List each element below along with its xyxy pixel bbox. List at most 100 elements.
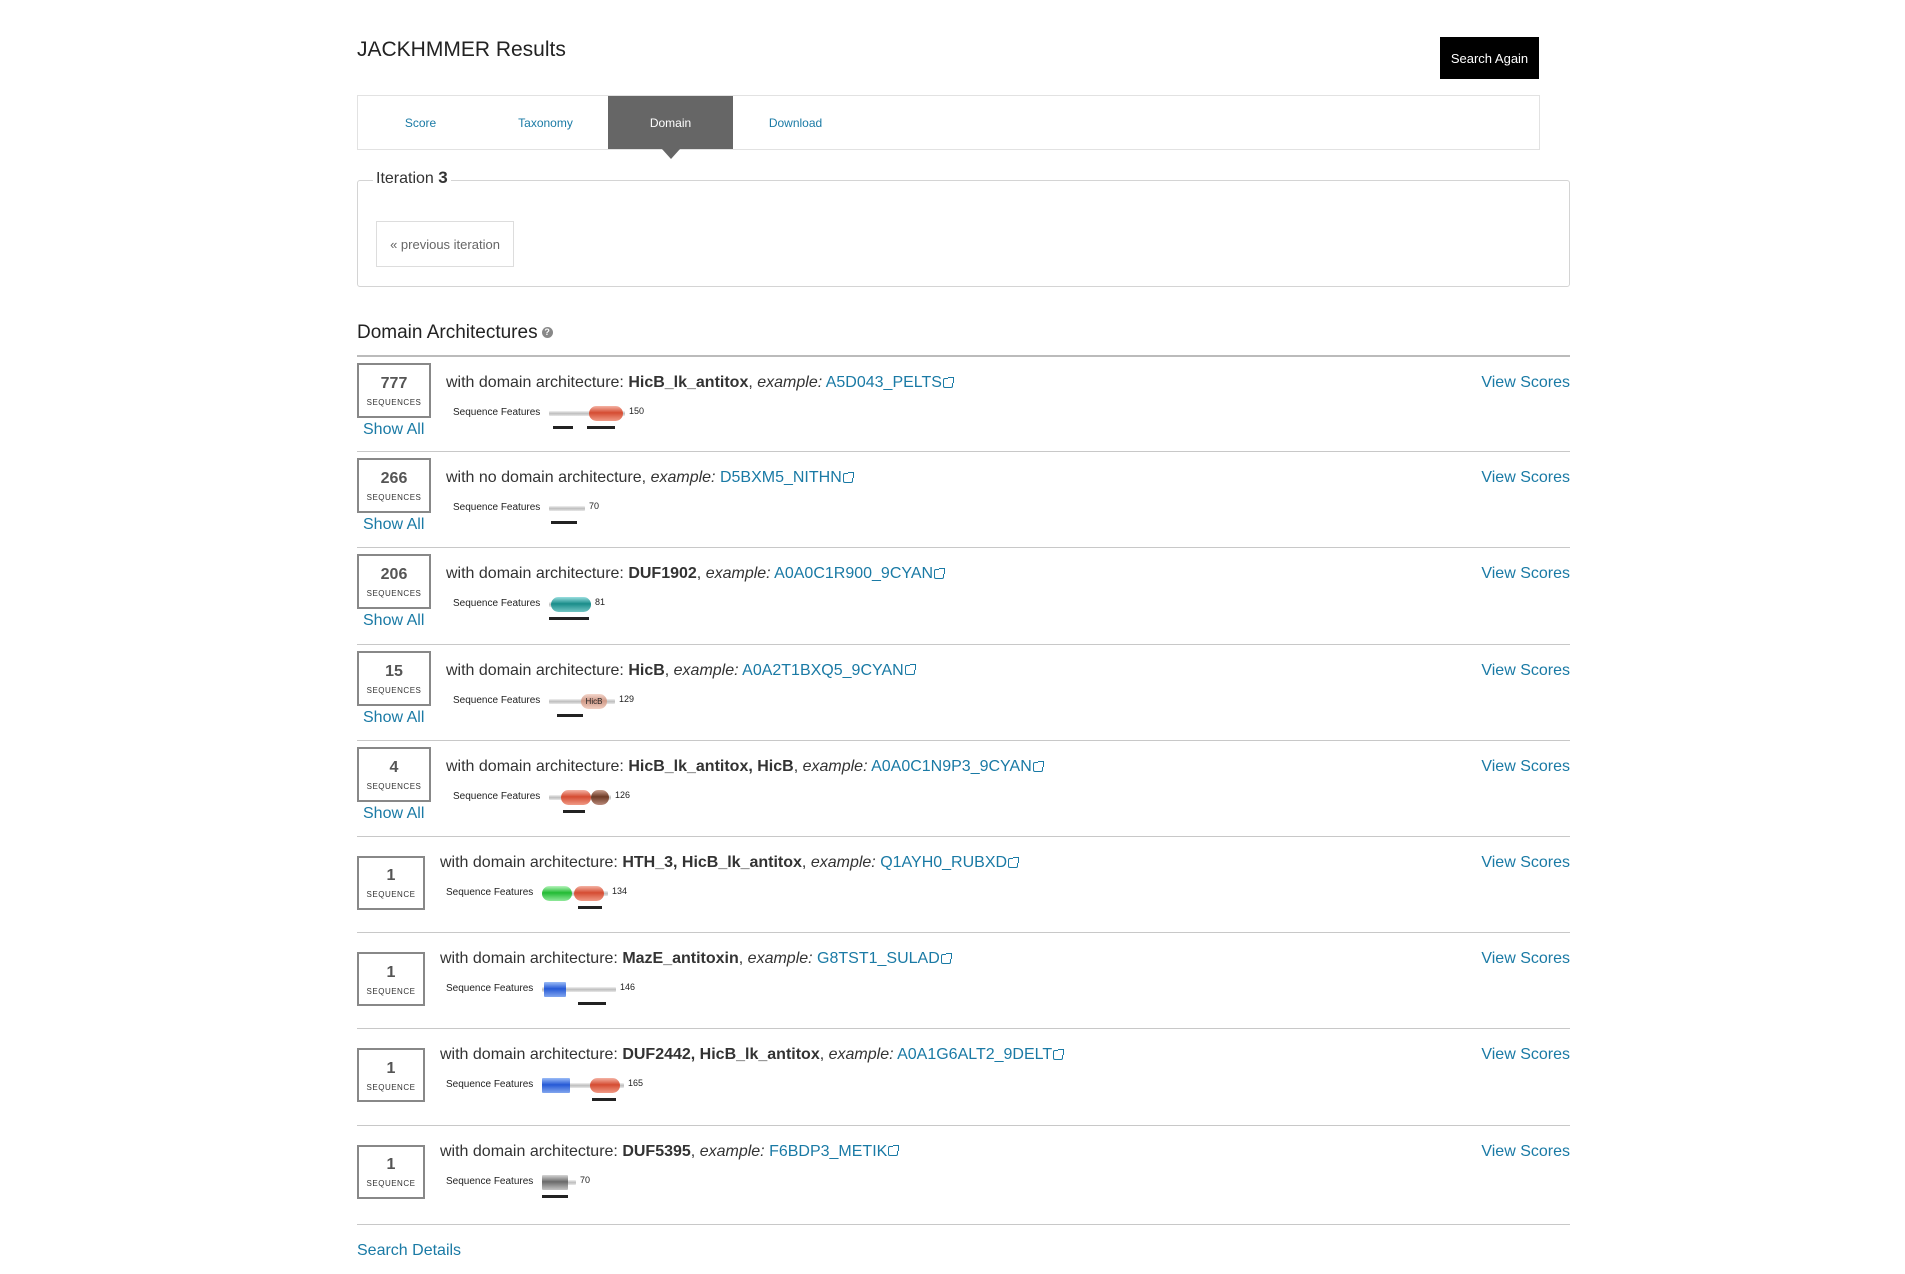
feature-bar[interactable] [592,1098,616,1102]
example-link[interactable]: A0A2T1BXQ5_9CYAN [742,662,904,679]
domain-duf1902[interactable] [551,597,591,613]
sequence-length: 134 [612,885,628,896]
tab-taxonomy[interactable]: Taxonomy [483,96,608,149]
example-label: example: [747,950,813,968]
section-title: Domain Architectures? [357,322,553,344]
view-scores-link[interactable]: View Scores [1481,1143,1570,1161]
sequence-count: 1 [386,1156,396,1173]
domain-maze-antitoxin[interactable] [544,982,566,998]
architecture-row: 206 SEQUENCES Show All with domain archi… [357,547,1570,643]
sequence-count-unit: SEQUENCES [366,589,422,599]
architecture-description: with domain architecture: HicB, example:… [446,661,916,680]
show-all-link[interactable]: Show All [363,612,424,630]
arch-name: HicB_lk_antitox, HicB [628,757,794,775]
feature-bar[interactable] [557,713,583,717]
search-again-button[interactable]: Search Again [1440,37,1539,79]
feature-bar[interactable] [549,617,589,621]
feature-bar[interactable] [587,426,615,429]
domain-duf5395[interactable] [542,1174,568,1190]
tab-download[interactable]: Download [733,96,858,149]
sequence-count-box: 1 SEQUENCE [357,952,425,1007]
view-scores-link[interactable]: View Scores [1481,1046,1570,1064]
view-scores-link[interactable]: View Scores [1481,469,1570,487]
search-details-link[interactable]: Search Details [357,1242,461,1260]
sequence-length: 129 [619,693,635,704]
view-scores-link[interactable]: View Scores [1481,758,1570,776]
feature-bar[interactable] [553,426,573,429]
external-link-icon[interactable] [1032,760,1044,772]
view-scores-link[interactable]: View Scores [1481,565,1570,583]
feature-bar[interactable] [542,1194,568,1198]
external-link-icon[interactable] [940,952,952,964]
domain-duf2442[interactable] [542,1078,570,1094]
previous-iteration-button[interactable]: « previous iteration [376,221,514,267]
show-all-link[interactable]: Show All [363,421,424,439]
sequence-count-box: 777 SEQUENCES [357,363,431,418]
example-link[interactable]: A0A0C1N9P3_9CYAN [871,758,1032,775]
view-scores-link[interactable]: View Scores [1481,374,1570,392]
feature-bar[interactable] [563,809,585,813]
feature-bar[interactable] [551,521,577,525]
arch-prefix: with domain architecture: [446,661,624,679]
example-label: example: [699,1142,765,1160]
example-label: example: [810,853,876,871]
domain-hicb-lk-antitox[interactable] [590,1078,620,1094]
view-scores-link[interactable]: View Scores [1481,854,1570,872]
show-all-link[interactable]: Show All [363,805,424,823]
example-link[interactable]: A5D043_PELTS [826,374,942,391]
list-divider [357,1224,1570,1225]
architecture-row: 1 SEQUENCE with domain architecture: Maz… [357,932,1570,1028]
external-link-icon[interactable] [904,664,916,676]
example-link[interactable]: Q1AYH0_RUBXD [880,854,1007,871]
sequence-count: 1 [386,1059,396,1077]
sequence-line [549,506,585,512]
external-link-icon[interactable] [1053,1049,1065,1061]
external-link-icon[interactable] [888,1145,900,1157]
feature-bar[interactable] [578,1002,606,1006]
sequence-count: 4 [389,758,399,776]
sequence-features-label: Sequence Features [446,1175,534,1187]
domain-hicb-lk-antitox[interactable] [561,789,591,805]
architecture-row: 266 SEQUENCES Show All with no domain ar… [357,451,1570,547]
example-label: example: [828,1046,894,1064]
domain-hth3[interactable] [542,885,572,901]
external-link-icon[interactable] [1008,856,1020,868]
sequence-features-label: Sequence Features [446,886,534,898]
view-scores-link[interactable]: View Scores [1481,662,1570,680]
tab-score[interactable]: Score [358,96,483,149]
arch-prefix: with domain architecture: [440,950,618,968]
iteration-label: Iteration [376,170,434,187]
example-link[interactable]: A0A0C1R900_9CYAN [774,565,933,582]
example-link[interactable]: F6BDP3_METIK [769,1143,887,1160]
architecture-description: with domain architecture: MazE_antitoxin… [440,950,952,968]
domain-hicb[interactable] [591,789,609,805]
external-link-icon[interactable] [842,471,854,483]
sequence-features-label: Sequence Features [453,598,541,610]
external-link-icon[interactable] [934,568,946,580]
results-container: JACKHMMER Results Search Again Score Tax… [357,0,1570,1259]
view-scores-link[interactable]: View Scores [1481,950,1570,968]
example-label: example: [757,374,823,391]
results-header: JACKHMMER Results Search Again [357,0,1570,95]
arch-name: DUF1902 [628,565,697,583]
external-link-icon[interactable] [942,376,954,388]
help-icon[interactable]: ? [541,327,553,339]
sequence-features-label: Sequence Features [453,790,541,802]
iteration-number: 3 [438,168,448,187]
architecture-row: 15 SEQUENCES Show All with domain archit… [357,643,1570,740]
tab-domain[interactable]: Domain [608,96,733,159]
arch-name: HTH_3, HicB_lk_antitox [622,853,802,871]
example-link[interactable]: A0A1G6ALT2_9DELT [897,1046,1052,1063]
sequence-count-box: 206 SEQUENCES [357,554,431,610]
arch-prefix: with domain architecture: [440,853,618,871]
show-all-link[interactable]: Show All [363,516,424,534]
domain-hicb-lk-antitox[interactable] [574,885,604,901]
feature-bar[interactable] [578,905,602,909]
arch-name: DUF5395 [622,1142,691,1160]
sequence-count-unit: SEQUENCES [366,493,422,503]
domain-hicb[interactable]: HicB [581,693,607,709]
show-all-link[interactable]: Show All [363,709,424,727]
domain-hicb-lk-antitox[interactable] [589,406,623,421]
example-link[interactable]: D5BXM5_NITHN [720,469,842,486]
example-link[interactable]: G8TST1_SULAD [817,950,940,967]
